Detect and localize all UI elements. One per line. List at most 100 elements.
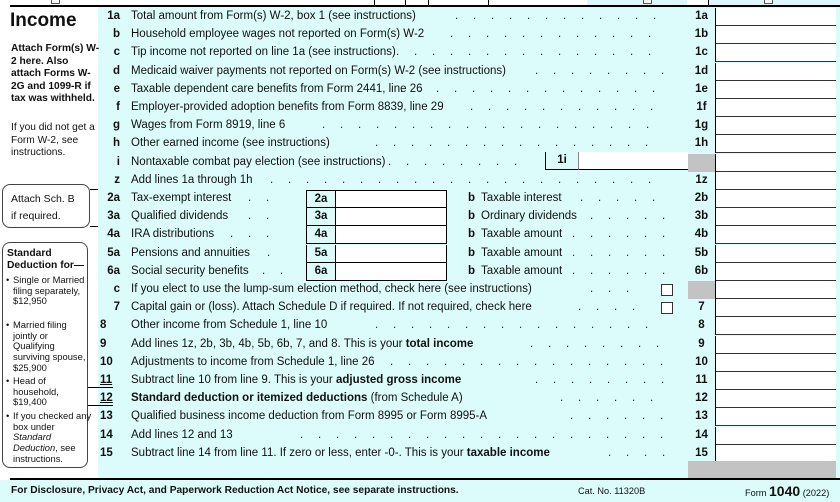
amount-cell[interactable] <box>716 426 836 446</box>
line-ref-label: 7 <box>688 299 716 318</box>
amount-cell[interactable] <box>716 208 836 227</box>
line-ref-label: 1e <box>688 80 716 99</box>
line-description: Standard deduction or itemized deduction… <box>131 392 463 404</box>
amount-input[interactable] <box>336 264 446 282</box>
amount-cell[interactable] <box>716 62 836 82</box>
leader-dot: . <box>468 28 472 41</box>
leader-dot: . <box>614 392 618 405</box>
amount-input[interactable] <box>716 318 836 336</box>
amount-cell[interactable] <box>716 262 836 282</box>
amount-cell[interactable] <box>716 153 836 173</box>
form-line-1g: g Wages from Form 8919, line 6 <box>98 117 688 135</box>
leader-dot: . <box>504 46 508 59</box>
leader-dot: . <box>653 10 657 22</box>
amount-cell[interactable] <box>716 117 836 136</box>
leader-dot: . <box>598 82 602 95</box>
amount-input[interactable] <box>716 173 836 191</box>
line-number: 5a <box>107 246 120 259</box>
amount-input[interactable] <box>716 391 836 409</box>
line-description: Nontaxable combat pay election (see inst… <box>131 155 386 168</box>
amount-input[interactable] <box>716 82 836 100</box>
leader-dot: . <box>617 10 621 22</box>
amount-input[interactable] <box>716 64 836 82</box>
amount-input[interactable] <box>716 337 836 355</box>
amount-cell[interactable] <box>716 244 836 264</box>
leader-dot: . <box>465 319 469 332</box>
amount-input[interactable] <box>716 27 836 45</box>
amount-input[interactable] <box>716 191 836 209</box>
amount-cell[interactable] <box>716 99 836 118</box>
amount-input[interactable] <box>336 209 446 227</box>
amount-input[interactable] <box>716 118 836 136</box>
leader-dot: . <box>589 64 593 77</box>
amount-input[interactable] <box>716 9 836 27</box>
amount-input[interactable] <box>716 355 836 373</box>
amount-input[interactable] <box>579 153 688 171</box>
amount-input[interactable] <box>716 373 836 391</box>
amount-cell[interactable] <box>716 317 836 336</box>
line-4a-amount-cell[interactable] <box>336 226 447 245</box>
leader-dot: . <box>645 319 649 332</box>
amount-cell[interactable] <box>716 408 836 427</box>
amount-input[interactable] <box>716 136 836 154</box>
amount-input[interactable] <box>716 300 836 318</box>
leader-dot: . <box>662 246 666 259</box>
previous-checkbox[interactable] <box>643 0 652 4</box>
amount-input[interactable] <box>716 209 836 227</box>
line-description: Subtract line 14 from line 11. If zero o… <box>131 447 550 459</box>
amount-input[interactable] <box>336 246 446 264</box>
line-description: Other income from Schedule 1, line 10 <box>131 319 327 331</box>
amount-input[interactable] <box>716 282 836 300</box>
amount-cell[interactable] <box>716 80 836 100</box>
amount-cell[interactable] <box>716 135 836 154</box>
amount-input[interactable] <box>716 45 836 63</box>
amount-cell[interactable] <box>716 372 836 391</box>
amount-input[interactable] <box>336 227 446 245</box>
amount-input[interactable] <box>336 193 446 209</box>
form-line-1b: b Household employee wages not reported o… <box>98 26 688 44</box>
amount-cell[interactable] <box>716 281 836 300</box>
amount-cell[interactable] <box>716 299 836 318</box>
line-5a-amount-cell[interactable] <box>336 244 447 264</box>
line-6a-amount-cell[interactable] <box>336 262 447 282</box>
leader-dot: . <box>662 446 666 459</box>
leader-dot: . <box>558 46 562 59</box>
previous-checkbox[interactable] <box>51 0 60 4</box>
leader-dot: . <box>426 355 430 368</box>
leader-dot: . <box>652 82 656 95</box>
amount-input[interactable] <box>716 246 836 264</box>
line-number: h <box>112 137 120 150</box>
leader-dot: . <box>609 137 613 150</box>
amount-cell[interactable] <box>716 26 836 45</box>
leader-dot: . <box>563 10 567 22</box>
amount-cell[interactable] <box>716 226 836 245</box>
line-3a-amount-cell[interactable] <box>336 208 447 227</box>
line-1i-amount-input[interactable] <box>578 152 688 171</box>
schedule-d-not-required-checkbox[interactable] <box>661 302 673 315</box>
line-2a-amount-cell[interactable] <box>336 190 447 209</box>
amount-input[interactable] <box>716 264 836 282</box>
amount-cell[interactable] <box>716 353 836 373</box>
previous-checkbox[interactable] <box>764 0 773 4</box>
amount-cell[interactable] <box>716 190 836 209</box>
line-text-emphasis: Standard deduction or itemized deduction… <box>131 392 368 405</box>
leader-dot: . <box>634 192 638 204</box>
amount-input[interactable] <box>716 100 836 118</box>
amount-input[interactable] <box>716 155 836 173</box>
amount-cell[interactable] <box>716 171 836 191</box>
leader-dot: . <box>660 410 664 423</box>
leader-dot: . <box>642 428 646 441</box>
amount-cell[interactable] <box>716 390 836 409</box>
amount-cell[interactable] <box>716 335 836 355</box>
line-text-emphasis: total income <box>405 337 474 350</box>
leader-dot: . <box>372 428 376 441</box>
leader-dot: . <box>608 264 612 277</box>
leader-dot: . <box>607 64 611 77</box>
leader-dot: . <box>506 101 510 113</box>
lump-sum-election-checkbox[interactable] <box>661 284 673 296</box>
amount-cell[interactable] <box>716 8 836 27</box>
amount-input[interactable] <box>716 227 836 245</box>
amount-cell[interactable] <box>716 44 836 63</box>
amount-input[interactable] <box>716 428 836 446</box>
amount-input[interactable] <box>716 409 836 427</box>
